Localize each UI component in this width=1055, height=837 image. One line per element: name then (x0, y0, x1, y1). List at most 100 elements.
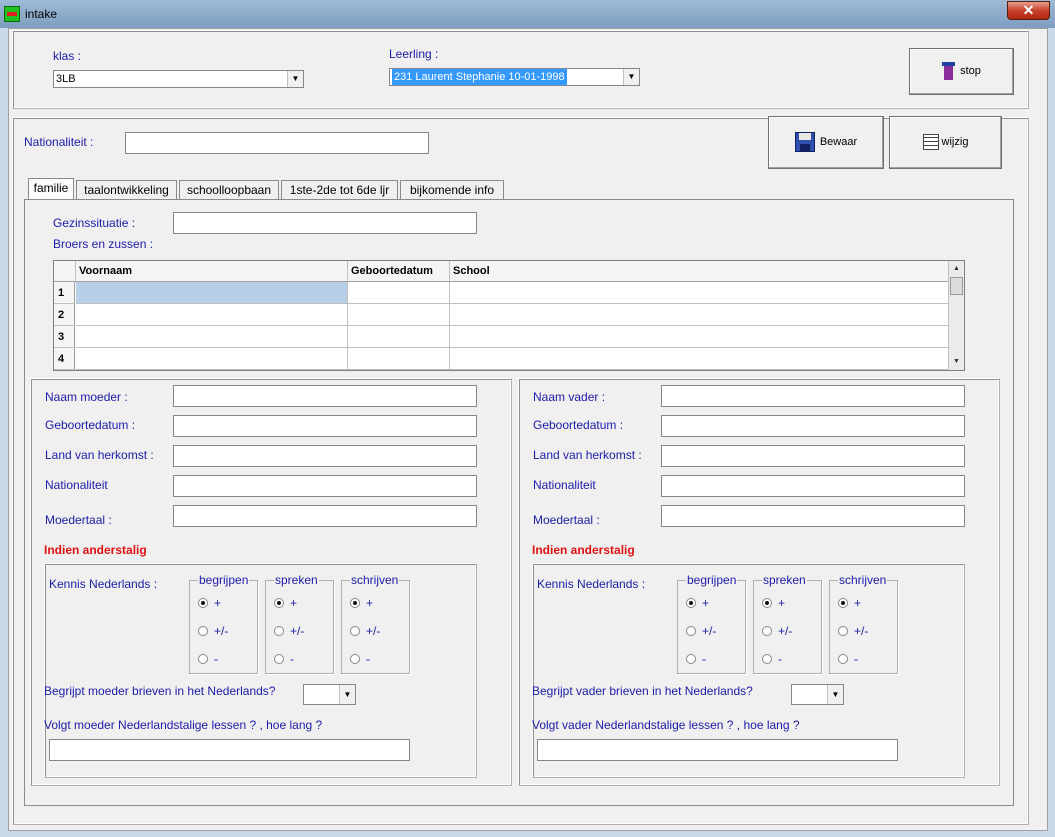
radio-label: + (702, 596, 710, 610)
radio-min[interactable]: - (838, 652, 858, 666)
radio-icon[interactable] (686, 654, 696, 664)
radio-icon[interactable] (350, 626, 360, 636)
radio-label: - (854, 652, 858, 666)
nationaliteit-moeder-field[interactable] (173, 475, 477, 497)
radio-icon[interactable] (762, 654, 772, 664)
tab-bijkomende-info[interactable]: bijkomende info (400, 180, 504, 200)
radio-label: - (366, 652, 370, 666)
grid-header-voornaam[interactable]: Voornaam (76, 261, 348, 282)
moedertaal-vader-label: Moedertaal : (533, 513, 600, 527)
grid-cell[interactable] (450, 326, 949, 348)
radio-checked-icon[interactable] (838, 598, 848, 608)
grid-cell[interactable] (76, 282, 348, 304)
naam-vader-field[interactable] (661, 385, 965, 407)
close-button[interactable]: ✕ (1007, 1, 1050, 20)
grid-header-geboortedatum[interactable]: Geboortedatum (348, 261, 450, 282)
geboortedatum-moeder-field[interactable] (173, 415, 477, 437)
klas-dropdown[interactable]: 3LB ▼ (53, 70, 304, 88)
radio-icon[interactable] (686, 626, 696, 636)
lessen-vader-field[interactable] (537, 739, 898, 761)
radio-plusmin[interactable]: +/- (274, 624, 304, 638)
tab-1ste-6de-ljr[interactable]: 1ste-2de tot 6de ljr (281, 180, 398, 200)
radio-icon[interactable] (838, 654, 848, 664)
radio-icon[interactable] (274, 626, 284, 636)
radio-min[interactable]: - (198, 652, 218, 666)
tab-schoolloopbaan[interactable]: schoolloopbaan (179, 180, 279, 200)
chevron-down-icon[interactable]: ▼ (623, 69, 639, 85)
tab-taalontwikkeling[interactable]: taalontwikkeling (76, 180, 177, 200)
kennis-vader-label: Kennis Nederlands : (537, 577, 646, 591)
radio-icon[interactable] (274, 654, 284, 664)
radio-min[interactable]: - (686, 652, 706, 666)
grid-cell[interactable] (348, 282, 450, 304)
radio-plusmin[interactable]: +/- (350, 624, 380, 638)
radio-plus[interactable]: + (762, 596, 785, 610)
radio-plusmin[interactable]: +/- (762, 624, 792, 638)
radio-checked-icon[interactable] (686, 598, 696, 608)
radio-min[interactable]: - (762, 652, 782, 666)
grid-cell[interactable] (348, 348, 450, 370)
radio-plusmin[interactable]: +/- (198, 624, 228, 638)
nationaliteit-field[interactable] (125, 132, 429, 154)
brieven-moeder-label: Begrijpt moeder brieven in het Nederland… (44, 684, 276, 698)
chevron-down-icon[interactable]: ▼ (287, 71, 303, 87)
radio-checked-icon[interactable] (198, 598, 208, 608)
siblings-grid[interactable]: Voornaam Geboortedatum School 1 2 3 4 ▲ … (53, 260, 965, 371)
grid-cell[interactable] (450, 348, 949, 370)
radio-plus[interactable]: + (274, 596, 297, 610)
moedertaal-moeder-label: Moedertaal : (45, 513, 112, 527)
brieven-moeder-dropdown[interactable]: ▼ (303, 684, 356, 705)
radio-icon[interactable] (838, 626, 848, 636)
radio-plus[interactable]: + (198, 596, 221, 610)
land-vader-field[interactable] (661, 445, 965, 467)
brieven-vader-dropdown[interactable]: ▼ (791, 684, 844, 705)
gezinssituatie-field[interactable] (173, 212, 477, 234)
edit-button[interactable]: wijzig (889, 116, 1002, 169)
edit-label: wijzig (941, 136, 969, 148)
stop-button[interactable]: stop (909, 48, 1014, 95)
nationaliteit-vader-field[interactable] (661, 475, 965, 497)
grid-cell[interactable] (348, 326, 450, 348)
radio-label: +/- (854, 624, 869, 638)
radio-label: - (778, 652, 782, 666)
radio-icon[interactable] (198, 626, 208, 636)
tab-familie[interactable]: familie (28, 178, 74, 201)
scroll-thumb[interactable] (950, 277, 963, 295)
geboortedatum-vader-field[interactable] (661, 415, 965, 437)
radio-plus[interactable]: + (686, 596, 709, 610)
grid-cell[interactable] (76, 304, 348, 326)
radio-checked-icon[interactable] (274, 598, 284, 608)
lessen-moeder-field[interactable] (49, 739, 410, 761)
radio-icon[interactable] (198, 654, 208, 664)
radio-plus[interactable]: + (350, 596, 373, 610)
radio-plusmin[interactable]: +/- (838, 624, 868, 638)
radio-checked-icon[interactable] (350, 598, 360, 608)
save-button[interactable]: Bewaar (768, 116, 884, 169)
grid-cell[interactable] (450, 304, 949, 326)
radio-checked-icon[interactable] (762, 598, 772, 608)
radio-icon[interactable] (762, 626, 772, 636)
radio-plus[interactable]: + (838, 596, 861, 610)
grid-cell[interactable] (450, 282, 949, 304)
moedertaal-moeder-field[interactable] (173, 505, 477, 527)
scroll-down-icon[interactable]: ▼ (949, 354, 964, 370)
radio-label: - (214, 652, 218, 666)
radio-min[interactable]: - (274, 652, 294, 666)
leerling-dropdown[interactable]: 231 Laurent Stephanie 10-01-1998 ▼ (389, 68, 640, 86)
radio-icon[interactable] (350, 654, 360, 664)
grid-header-school[interactable]: School (450, 261, 949, 282)
leerling-value: 231 Laurent Stephanie 10-01-1998 (392, 69, 567, 85)
radio-min[interactable]: - (350, 652, 370, 666)
grid-cell[interactable] (348, 304, 450, 326)
naam-moeder-field[interactable] (173, 385, 477, 407)
radio-plusmin[interactable]: +/- (686, 624, 716, 638)
scroll-up-icon[interactable]: ▲ (949, 261, 964, 277)
grid-scrollbar[interactable]: ▲ ▼ (948, 261, 964, 370)
grid-cell[interactable] (76, 348, 348, 370)
moedertaal-vader-field[interactable] (661, 505, 965, 527)
title-bar[interactable]: intake ✕ (0, 0, 1055, 28)
grid-cell[interactable] (76, 326, 348, 348)
chevron-down-icon[interactable]: ▼ (827, 685, 843, 704)
chevron-down-icon[interactable]: ▼ (339, 685, 355, 704)
land-moeder-field[interactable] (173, 445, 477, 467)
